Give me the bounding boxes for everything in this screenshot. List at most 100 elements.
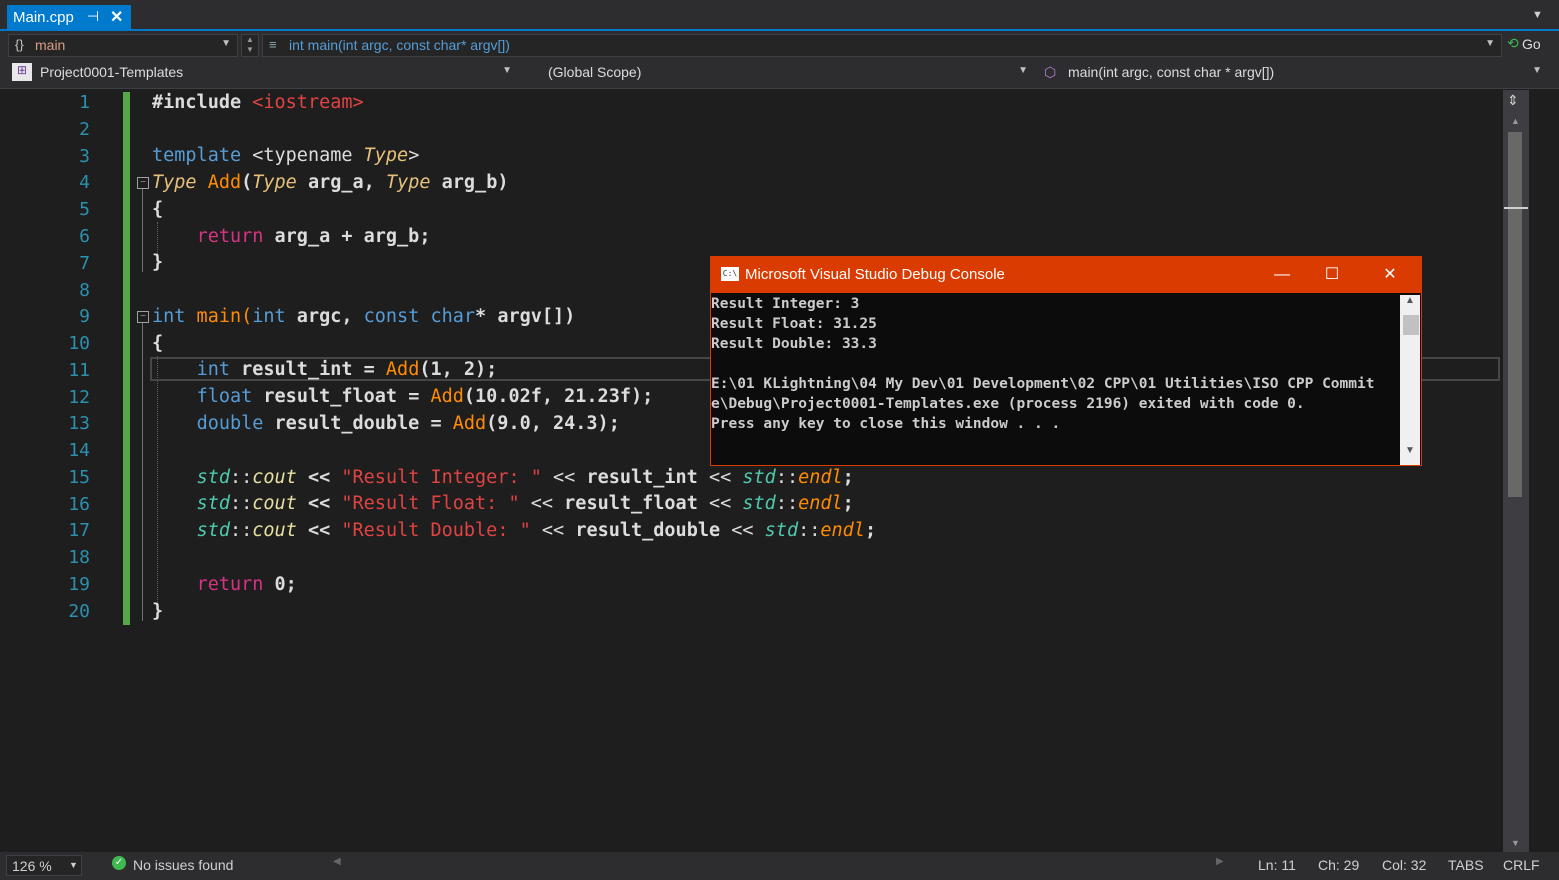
- scrollbar-thumb[interactable]: [1508, 132, 1522, 497]
- code-line-15: std::cout << "Result Integer: " << resul…: [196, 467, 854, 488]
- scroll-right-icon[interactable]: ▶: [1216, 856, 1224, 867]
- navigation-bar-2: ⊞ Project0001-Templates ▼ (Global Scope)…: [0, 60, 1559, 89]
- console-line: Press any key to close this window . . .: [711, 416, 1061, 432]
- cube-icon: ⬡: [1044, 64, 1057, 80]
- pin-icon[interactable]: ⊣: [87, 8, 99, 25]
- code-line-10: {: [152, 333, 164, 354]
- code-line-6: return arg_a + arg_b;: [196, 226, 431, 247]
- line-number: 17: [68, 520, 90, 541]
- chevron-up-icon: ▲: [246, 35, 254, 44]
- global-scope-dropdown[interactable]: (Global Scope) ▼: [522, 62, 1034, 85]
- member-dropdown[interactable]: ≡ int main(int argc, const char* argv[])…: [262, 34, 1502, 57]
- column-indicator[interactable]: Col: 32: [1382, 857, 1426, 873]
- minimize-button[interactable]: —: [1259, 261, 1305, 289]
- editor-status-bar: 126 % ▼ ✓ No issues found ◀ ▶ Ln: 11 Ch:…: [0, 852, 1559, 880]
- code-line-9: int main(int argc, const char* argv[]): [152, 306, 576, 327]
- line-number: 5: [79, 199, 90, 220]
- close-button[interactable]: ✕: [1367, 261, 1413, 289]
- navigation-bar: {} main ▼ ▲ ▼ ≡ int main(int argc, const…: [0, 31, 1559, 60]
- project-dropdown-value: Project0001-Templates: [40, 64, 184, 80]
- chevron-down-icon: ▼: [1018, 65, 1028, 76]
- scroll-up-icon[interactable]: ▲: [1511, 116, 1520, 126]
- project-dropdown[interactable]: ⊞ Project0001-Templates ▼: [8, 62, 518, 85]
- console-line: Result Double: 33.3: [711, 336, 877, 352]
- code-line-7: }: [152, 252, 164, 273]
- line-ending[interactable]: CRLF: [1503, 857, 1540, 873]
- code-editor[interactable]: #include <iostream> template <typename T…: [152, 90, 1492, 850]
- go-label: Go: [1522, 36, 1541, 52]
- tab-main-cpp[interactable]: Main.cpp ⊣ ✕: [7, 5, 131, 31]
- line-number: 12: [68, 387, 90, 408]
- chevron-down-icon: ▼: [502, 65, 512, 76]
- caret-position-marker: [1504, 207, 1528, 209]
- line-number: 7: [79, 253, 90, 274]
- indent-mode[interactable]: TABS: [1448, 857, 1484, 873]
- line-number: 1: [79, 92, 90, 113]
- braces-icon: {}: [15, 37, 24, 52]
- member-dropdown-value: int main(int argc, const char* argv[]): [289, 37, 510, 53]
- line-number: 15: [68, 467, 90, 488]
- scroll-up-icon[interactable]: ▲: [1405, 295, 1415, 306]
- tab-label: Main.cpp: [13, 9, 74, 26]
- tab-overflow-icon[interactable]: ▼: [1532, 9, 1543, 21]
- document-tab-strip: Main.cpp ⊣ ✕ ▼: [0, 0, 1559, 31]
- line-number: 10: [68, 333, 90, 354]
- console-output[interactable]: Result Integer: 3 Result Float: 31.25 Re…: [711, 293, 1399, 465]
- line-number: 14: [68, 440, 90, 461]
- split-window-icon[interactable]: ⇕: [1507, 92, 1519, 109]
- scroll-down-icon[interactable]: ▼: [1405, 445, 1415, 456]
- splitter-arrows[interactable]: ▲ ▼: [241, 34, 259, 57]
- console-app-icon: C:\: [721, 267, 739, 281]
- line-number: 16: [68, 494, 90, 515]
- chevron-down-icon: ▼: [246, 45, 254, 54]
- zoom-dropdown[interactable]: 126 % ▼: [6, 855, 82, 876]
- line-number: 19: [68, 574, 90, 595]
- code-line-1: #include <iostream>: [152, 92, 364, 113]
- line-number: 3: [79, 146, 90, 167]
- method-icon: ≡: [269, 37, 277, 52]
- function-dropdown[interactable]: ⬡ main(int argc, const char * argv[]) ▼: [1038, 62, 1548, 85]
- code-line-11: int result_int = Add(1, 2);: [196, 359, 498, 380]
- change-tracking-bar: [123, 92, 130, 625]
- line-number: 18: [68, 547, 90, 568]
- issues-status[interactable]: No issues found: [133, 857, 233, 873]
- debug-console-window[interactable]: C:\ Microsoft Visual Studio Debug Consol…: [710, 256, 1422, 466]
- scroll-down-icon[interactable]: ▼: [1511, 838, 1520, 848]
- line-numbers: 1 2 3 4 5 6 7 8 9 10 11 12 13 14 15 16 1…: [36, 90, 96, 630]
- line-number: 13: [68, 413, 90, 434]
- line-number: 20: [68, 601, 90, 622]
- fold-line: [142, 189, 143, 272]
- line-number: 2: [79, 119, 90, 140]
- check-circle-icon: ✓: [112, 856, 126, 870]
- console-line: E:\01 KLightning\04 My Dev\01 Developmen…: [711, 376, 1375, 392]
- code-line-12: float result_float = Add(10.02f, 21.23f)…: [196, 386, 654, 407]
- go-arrow-icon: ⟲: [1507, 35, 1519, 51]
- line-number: 8: [79, 280, 90, 301]
- code-line-4: Type Add(Type arg_a, Type arg_b): [152, 172, 509, 193]
- go-button[interactable]: ⟲ Go: [1505, 34, 1559, 57]
- char-indicator[interactable]: Ch: 29: [1318, 857, 1359, 873]
- collapse-icon[interactable]: −: [137, 177, 149, 189]
- code-line-17: std::cout << "Result Double: " << result…: [196, 520, 877, 541]
- scroll-left-icon[interactable]: ◀: [333, 856, 341, 867]
- console-line: e\Debug\Project0001-Templates.exe (proce…: [711, 396, 1305, 412]
- console-line: Result Integer: 3: [711, 296, 860, 312]
- chevron-down-icon: ▼: [1532, 65, 1542, 76]
- project-icon: ⊞: [12, 63, 32, 81]
- console-line: Result Float: 31.25: [711, 316, 877, 332]
- scope-dropdown[interactable]: {} main ▼: [8, 34, 238, 57]
- line-number: 11: [68, 360, 90, 381]
- maximize-button[interactable]: ☐: [1309, 261, 1355, 289]
- console-scroll-thumb[interactable]: [1403, 315, 1419, 335]
- line-indicator[interactable]: Ln: 11: [1258, 857, 1296, 873]
- close-tab-icon[interactable]: ✕: [110, 7, 123, 27]
- chevron-down-icon: ▼: [221, 38, 231, 49]
- scope-dropdown-value: main: [35, 37, 66, 53]
- console-title-bar[interactable]: C:\ Microsoft Visual Studio Debug Consol…: [711, 257, 1421, 293]
- collapse-icon[interactable]: −: [137, 311, 149, 323]
- console-title: Microsoft Visual Studio Debug Console: [745, 266, 1005, 283]
- fold-line: [142, 323, 143, 621]
- chevron-down-icon: ▼: [1485, 38, 1495, 49]
- line-number: 6: [79, 226, 90, 247]
- line-number: 4: [79, 172, 90, 193]
